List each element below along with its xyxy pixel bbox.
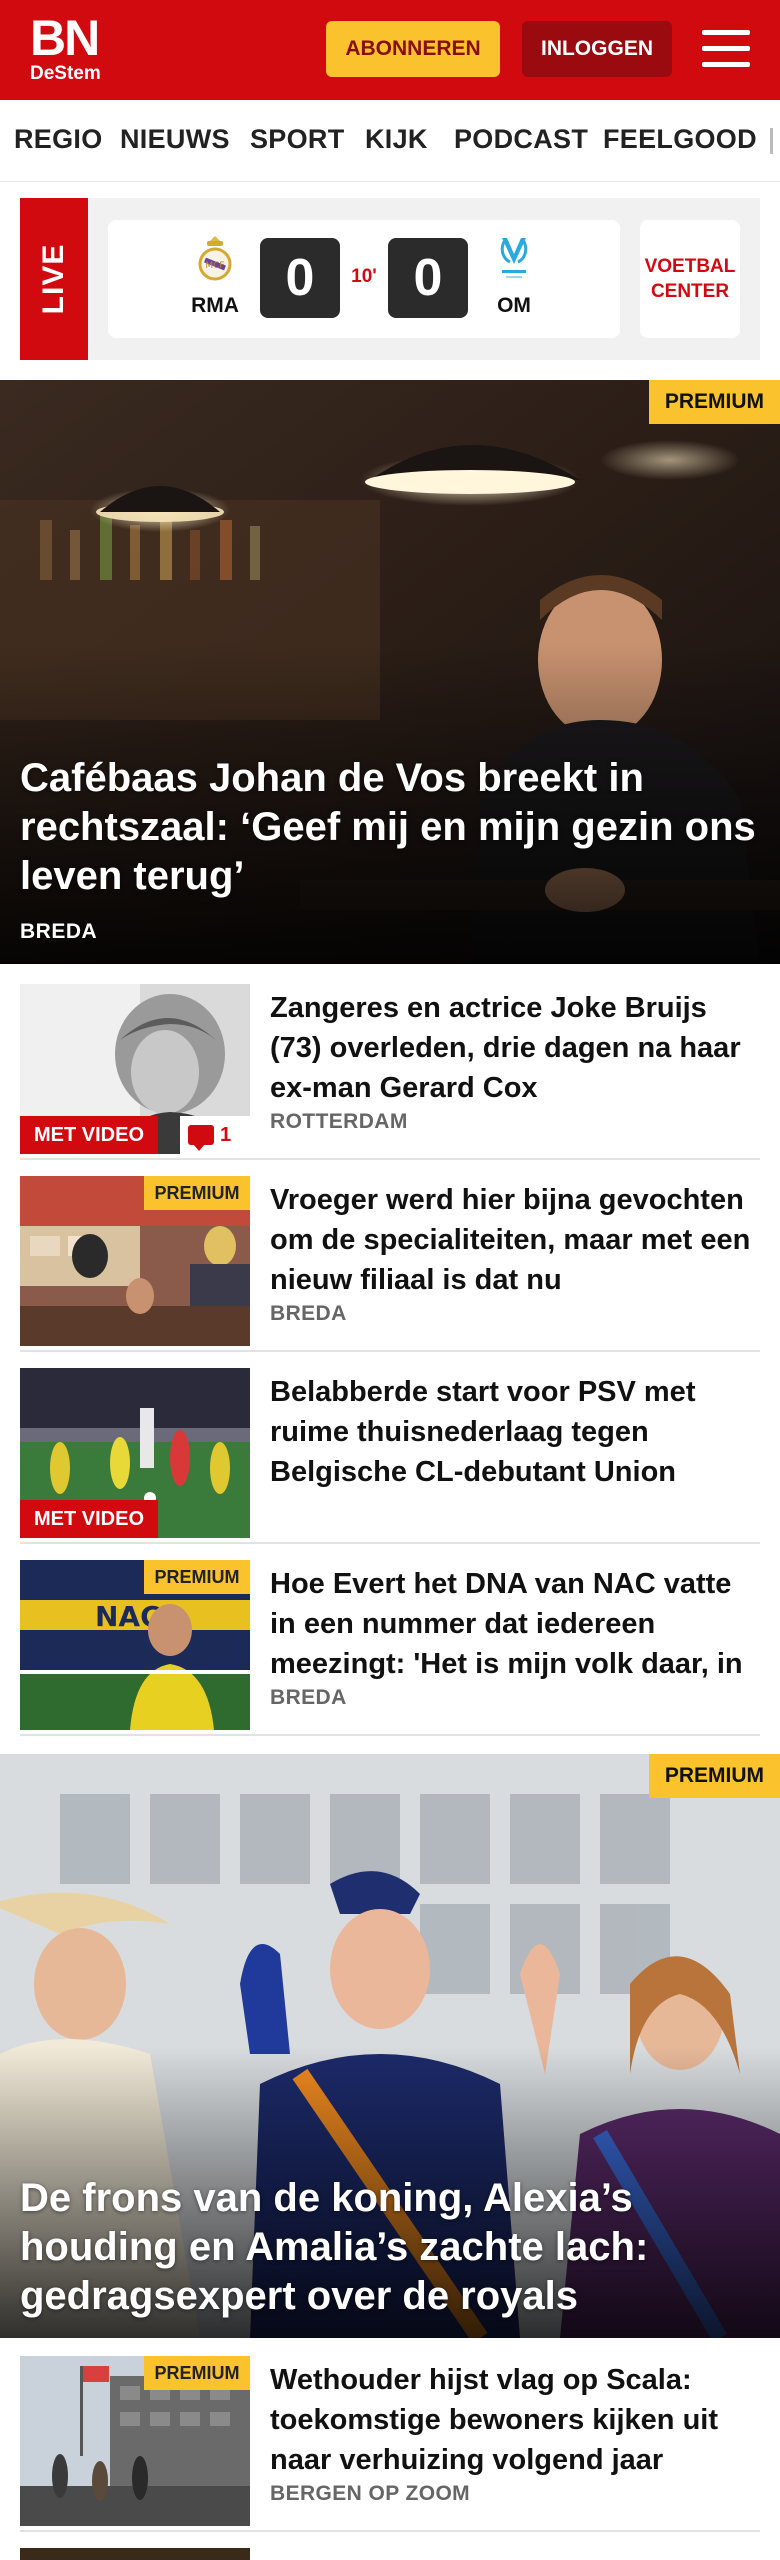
away-score: 0 xyxy=(388,238,468,318)
article-location: BREDA xyxy=(270,1686,347,1709)
hero-article-location: BREDA xyxy=(20,920,98,943)
section-nav: REGIO NIEUWS SPORT KIJK PODCAST FEELGOOD xyxy=(0,100,780,182)
article-thumbnail: PREMIUM xyxy=(20,2356,250,2526)
hero-article-title[interactable]: Cafébaas Johan de Vos breekt in rechtsza… xyxy=(20,754,760,901)
svg-text:MCF: MCF xyxy=(205,261,224,271)
list-item-scala[interactable]: PREMIUM Wethouder hijst vlag op Scala: t… xyxy=(20,2356,760,2532)
article-thumbnail: PREMIUM xyxy=(20,1176,250,1346)
article-title[interactable]: Wethouder hijst vlag op Scala: toekomsti… xyxy=(270,2360,760,2480)
comment-icon xyxy=(188,1125,214,1151)
premium-badge: PREMIUM xyxy=(648,1754,780,1798)
match-score-card[interactable]: MCF RMA 0 10' 0 OM xyxy=(108,220,620,338)
hamburger-menu-icon[interactable] xyxy=(700,26,752,72)
nav-item-nieuws[interactable]: NIEUWS xyxy=(120,124,230,155)
premium-badge: PREMIUM xyxy=(144,2356,250,2390)
article-title[interactable]: Hoe Evert het DNA van NAC vatte in een n… xyxy=(270,1564,760,1684)
list-item-nac[interactable]: NAC PREMIUM Hoe Evert het DNA van NAC va… xyxy=(20,1560,760,1736)
logo-main: BN xyxy=(30,10,100,66)
hero-article-title[interactable]: De frons van de koning, Alexia’s houding… xyxy=(20,2174,760,2321)
subscribe-button[interactable]: ABONNEREN xyxy=(326,21,500,77)
voetbal-center-line1: VOETBAL xyxy=(644,256,736,277)
comment-count-badge[interactable]: 1 xyxy=(180,1116,250,1154)
top-header: BN DeStem ABONNEREN INLOGGEN xyxy=(0,0,780,100)
voetbal-center-line2: CENTER xyxy=(650,281,730,302)
site-logo[interactable]: BN DeStem xyxy=(30,10,101,84)
live-tag: LIVE xyxy=(20,198,88,360)
article-thumbnail: MET VIDEO xyxy=(20,1368,250,1538)
article-title[interactable]: Belabberde start voor PSV met ruime thui… xyxy=(270,1372,760,1492)
live-score-bar[interactable]: LIVE MCF RMA 0 10' 0 OM VOETBAL CENTER xyxy=(20,198,760,360)
article-thumbnail: MET VIDEO 1 xyxy=(20,984,250,1154)
article-location: BREDA xyxy=(270,1302,347,1325)
voetbal-center-button[interactable]: VOETBAL CENTER xyxy=(640,220,740,338)
video-badge: MET VIDEO xyxy=(20,1500,159,1538)
nav-item-regio[interactable]: REGIO xyxy=(14,124,103,155)
list-item-psv[interactable]: MET VIDEO Belabberde start voor PSV met … xyxy=(20,1368,760,1544)
article-location: ROTTERDAM xyxy=(270,1110,408,1133)
live-label: LIVE xyxy=(37,243,70,315)
hero-article-cafebaas[interactable]: PREMIUM Cafébaas Johan de Vos breekt in … xyxy=(0,380,780,964)
premium-badge: PREMIUM xyxy=(144,1560,250,1594)
premium-badge: PREMIUM xyxy=(648,380,780,424)
nav-item-sport[interactable]: SPORT xyxy=(250,124,345,155)
article-title[interactable]: Vroeger werd hier bijna gevochten om de … xyxy=(270,1180,760,1300)
premium-badge: PREMIUM xyxy=(144,1176,250,1210)
list-item-specialiteiten[interactable]: PREMIUM Vroeger werd hier bijna gevochte… xyxy=(20,1176,760,1352)
article-thumbnail: NAC PREMIUM xyxy=(20,1560,250,1730)
comment-count: 1 xyxy=(220,1124,232,1146)
login-button[interactable]: INLOGGEN xyxy=(522,21,672,77)
home-team-name: RMA xyxy=(191,294,239,317)
away-team-name: OM xyxy=(497,294,531,317)
hero-article-royals[interactable]: PREMIUM De frons van de koning, Alexia’s… xyxy=(0,1754,780,2338)
marseille-crest-icon xyxy=(500,238,528,278)
article-title[interactable]: Zangeres en actrice Joke Bruijs (73) ove… xyxy=(270,988,760,1108)
nav-item-kijk[interactable]: KIJK xyxy=(365,124,428,155)
nav-item-podcast[interactable]: PODCAST xyxy=(454,124,588,155)
video-badge: MET VIDEO xyxy=(20,1116,159,1154)
match-minute: 10' xyxy=(351,266,377,287)
article-location: BERGEN OP ZOOM xyxy=(270,2482,471,2505)
real-madrid-crest-icon: MCF xyxy=(198,236,232,281)
nav-overflow-divider xyxy=(770,128,773,154)
home-score: 0 xyxy=(260,238,340,318)
logo-sub: DeStem xyxy=(30,63,101,84)
next-article-thumbnail-partial xyxy=(20,2548,250,2560)
list-item-joke-bruijs[interactable]: MET VIDEO 1 Zangeres en actrice Joke Bru… xyxy=(20,984,760,1160)
nav-item-feelgood[interactable]: FEELGOOD xyxy=(603,124,757,155)
